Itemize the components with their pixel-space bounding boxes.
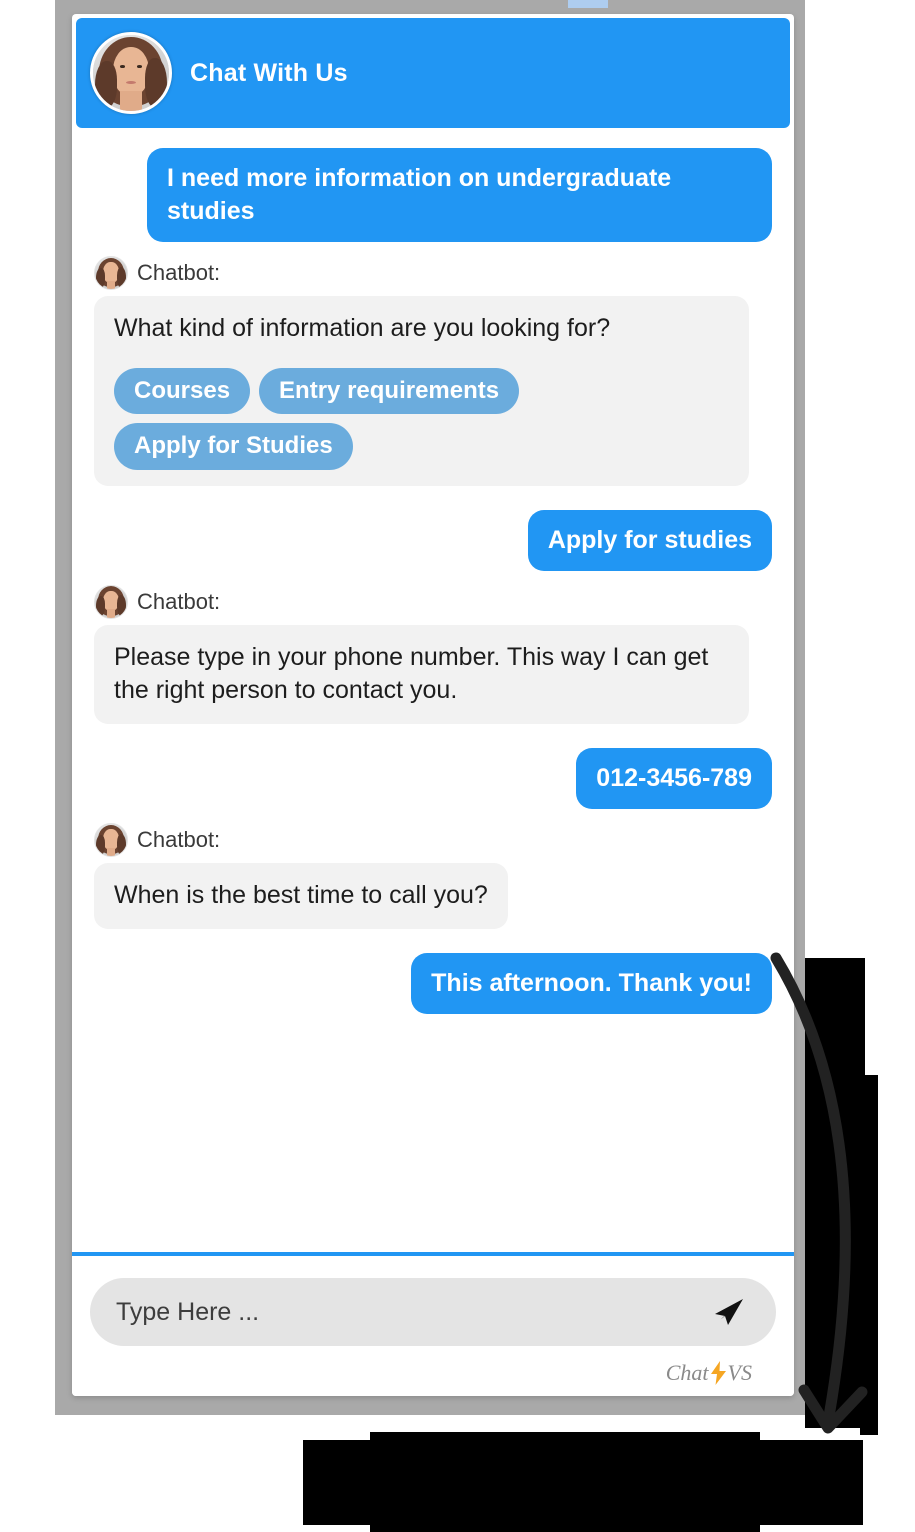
bot-message-bubble: What kind of information are you looking… (94, 296, 749, 486)
composer: Chat VS (72, 1256, 794, 1396)
chat-widget: Chat With Us I need more information on … (72, 14, 794, 1396)
brand-prefix: Chat (665, 1360, 709, 1385)
quick-reply-group: Courses Entry requirements Apply for Stu… (114, 367, 729, 470)
message-row: When is the best time to call you? (94, 863, 772, 929)
bot-message-bubble: Please type in your phone number. This w… (94, 624, 749, 725)
user-message-bubble: This afternoon. Thank you! (411, 952, 772, 1014)
bot-sender-label: Chatbot: (137, 588, 221, 614)
bot-avatar-icon (94, 823, 128, 858)
redaction-block (370, 1432, 760, 1532)
bot-sender-row: Chatbot: (94, 823, 772, 858)
bot-message-text: What kind of information are you looking… (114, 314, 611, 342)
composer-pill[interactable] (90, 1278, 776, 1346)
message-row: I need more information on undergraduate… (94, 148, 772, 242)
redaction-block (303, 1440, 863, 1525)
bot-avatar-icon (94, 584, 128, 619)
quick-reply-entry-requirements[interactable]: Entry requirements (259, 367, 520, 415)
brand-suffix: VS (727, 1360, 752, 1385)
brand-logo: Chat VS (90, 1346, 776, 1386)
redaction-block (805, 958, 865, 1428)
chat-header: Chat With Us (76, 18, 790, 128)
message-input[interactable] (116, 1297, 708, 1327)
lightning-bolt-icon (710, 1361, 727, 1385)
bot-sender-label: Chatbot: (137, 260, 221, 285)
quick-reply-apply-for-studies[interactable]: Apply for Studies (114, 423, 353, 470)
bot-sender-row: Chatbot: (94, 256, 772, 290)
user-message-bubble: I need more information on undergraduate… (147, 148, 772, 242)
woman-avatar-photo (90, 32, 172, 114)
message-row: What kind of information are you looking… (94, 296, 772, 486)
bot-sender-label: Chatbot: (137, 827, 221, 853)
bot-message-bubble: When is the best time to call you? (94, 863, 508, 929)
user-message-bubble: 012-3456-789 (576, 748, 772, 810)
bot-sender-row: Chatbot: (94, 584, 772, 619)
message-row: 012-3456-789 (94, 748, 772, 810)
message-list[interactable]: I need more information on undergraduate… (72, 128, 794, 1252)
message-row: Apply for studies (94, 509, 772, 571)
message-row: Please type in your phone number. This w… (94, 624, 772, 725)
quick-reply-courses[interactable]: Courses (114, 367, 251, 415)
top-accent-tab (568, 0, 608, 8)
user-message-bubble: Apply for studies (527, 509, 772, 571)
bot-avatar-icon (94, 256, 128, 290)
redaction-block (860, 1075, 878, 1435)
message-row: This afternoon. Thank you! (94, 952, 772, 1014)
paper-plane-icon[interactable] (708, 1291, 750, 1333)
chat-title: Chat With Us (190, 58, 348, 87)
